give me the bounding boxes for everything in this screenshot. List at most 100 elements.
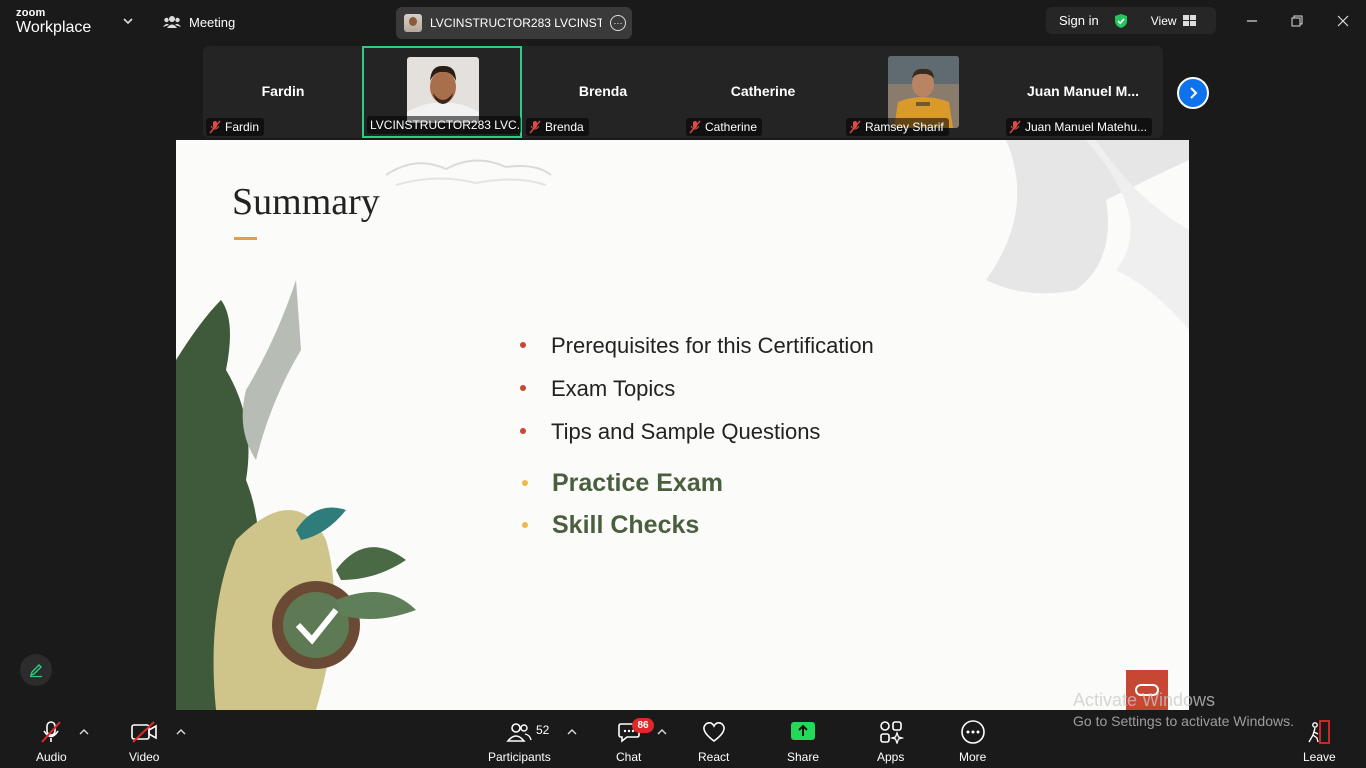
participant-photo xyxy=(407,57,479,123)
apps-button[interactable]: Apps xyxy=(877,720,904,764)
watermark-line-2: Go to Settings to activate Windows. xyxy=(1073,713,1294,729)
participant-display-name: Catherine xyxy=(730,83,796,99)
participant-tag-label: Catherine xyxy=(705,120,758,134)
bullet-item: Tips and Sample Questions xyxy=(516,419,874,462)
restore-button[interactable] xyxy=(1287,12,1307,30)
speaker-name: LVCINSTRUCTOR283 LVCINSTRUC xyxy=(430,16,602,30)
audio-options-caret-icon[interactable] xyxy=(79,728,89,736)
participant-display-name: Brenda xyxy=(578,83,628,99)
participant-name-tag: LVCINSTRUCTOR283 LVC... xyxy=(367,116,521,134)
more-button[interactable]: More xyxy=(959,720,986,764)
muted-mic-icon xyxy=(209,120,221,134)
bullet-dot xyxy=(520,342,526,348)
participant-name-tag: Juan Manuel Matehu... xyxy=(1006,118,1153,136)
slide-decoration-clouds xyxy=(385,159,552,186)
minimize-icon xyxy=(1247,20,1257,22)
participant-tile[interactable]: Brenda Brenda xyxy=(523,46,683,138)
heart-icon xyxy=(702,722,725,742)
muted-mic-icon xyxy=(1009,120,1021,134)
participant-tile[interactable]: Ramsey Sharif xyxy=(843,46,1003,138)
more-icon xyxy=(960,720,985,744)
header-right-box: Sign in View xyxy=(1046,7,1216,34)
video-button[interactable]: Video xyxy=(129,720,159,764)
react-label: React xyxy=(698,750,730,764)
watermark-line-1: Activate Windows xyxy=(1073,690,1216,710)
react-button[interactable]: React xyxy=(698,720,729,764)
logo-brand-bottom: Workplace xyxy=(16,19,92,36)
participant-tag-label: Juan Manuel Matehu... xyxy=(1025,120,1148,134)
shield-check-icon[interactable] xyxy=(1113,13,1129,29)
annotate-button[interactable] xyxy=(20,654,52,686)
zoom-logo: zoom Workplace xyxy=(16,8,91,36)
participant-tile-active[interactable]: LVCINSTRUCTOR283 LVC... xyxy=(362,46,522,138)
bullet-text: Exam Topics xyxy=(551,376,676,401)
bullet-item: Exam Topics xyxy=(516,376,874,419)
sign-in-button[interactable]: Sign in xyxy=(1059,13,1099,28)
video-off-icon xyxy=(131,721,158,743)
chat-label: Chat xyxy=(616,750,642,764)
slide-decoration-top-right xyxy=(986,140,1189,330)
participant-name-tag: Fardin xyxy=(206,118,265,136)
muted-mic-icon xyxy=(689,120,701,134)
leave-label: Leave xyxy=(1303,750,1336,764)
video-options-caret-icon[interactable] xyxy=(176,728,186,736)
muted-mic-icon xyxy=(529,120,541,134)
chat-unread-badge: 86 xyxy=(632,718,654,733)
participant-display-name: Juan Manuel M... xyxy=(1026,83,1139,99)
chevron-down-icon[interactable] xyxy=(121,14,135,28)
chevron-right-icon xyxy=(1190,87,1198,99)
muted-mic-icon xyxy=(41,721,62,743)
pencil-icon xyxy=(29,664,42,678)
bullet-dot xyxy=(520,428,526,434)
participants-icon xyxy=(506,723,533,742)
muted-mic-icon xyxy=(849,120,861,134)
audio-button[interactable]: Audio xyxy=(36,720,67,764)
participants-label: Participants xyxy=(488,750,551,764)
bullet-text: Skill Checks xyxy=(552,511,700,539)
participant-tag-label: LVCINSTRUCTOR283 LVC... xyxy=(370,118,521,132)
close-button[interactable] xyxy=(1333,12,1353,30)
speaker-avatar xyxy=(404,14,422,32)
chat-options-caret-icon[interactable] xyxy=(657,728,667,736)
minimize-button[interactable] xyxy=(1242,12,1262,30)
participant-name-tag: Catherine xyxy=(686,118,763,136)
slide-title: Summary xyxy=(232,181,380,223)
share-label: Share xyxy=(787,750,820,764)
participant-tile[interactable]: Fardin Fardin xyxy=(203,46,363,138)
bullet-item-highlight: Skill Checks xyxy=(516,511,874,553)
bullet-text: Tips and Sample Questions xyxy=(551,419,821,444)
meeting-button[interactable]: Meeting xyxy=(163,12,235,32)
participant-display-name: Fardin xyxy=(261,83,305,99)
shared-slide: Summary Prerequisites for this Certifica… xyxy=(176,140,1189,710)
bullet-item-highlight: Practice Exam xyxy=(516,469,874,511)
leave-icon xyxy=(1308,720,1331,744)
participant-name-tag: Ramsey Sharif xyxy=(846,118,949,136)
next-page-button[interactable] xyxy=(1177,77,1209,109)
apps-label: Apps xyxy=(877,750,905,764)
leave-button[interactable]: Leave xyxy=(1303,720,1336,764)
share-screen-icon xyxy=(791,722,816,740)
view-button[interactable]: View xyxy=(1151,14,1196,28)
more-label: More xyxy=(959,750,987,764)
participant-strip: Fardin Fardin LVCINSTRUCTOR283 LVC... Br… xyxy=(203,46,1163,138)
participant-name-tag: Brenda xyxy=(526,118,589,136)
meeting-label: Meeting xyxy=(189,14,236,30)
title-bar: zoom Workplace Meeting LVCINSTRUCTOR283 … xyxy=(0,0,1366,44)
restore-icon xyxy=(1291,15,1303,27)
participant-video xyxy=(407,57,479,123)
participants-options-caret-icon[interactable] xyxy=(567,728,577,736)
close-icon xyxy=(1337,15,1349,27)
share-button[interactable]: Share xyxy=(787,720,819,764)
more-options-icon[interactable]: ··· xyxy=(610,15,626,31)
video-label: Video xyxy=(129,750,160,764)
participants-count: 52 xyxy=(536,723,550,737)
windows-activation-watermark: Activate Windows Go to Settings to activ… xyxy=(1073,690,1294,729)
bullet-dot xyxy=(522,522,528,528)
view-label: View xyxy=(1150,13,1177,28)
participant-tag-label: Brenda xyxy=(545,120,584,134)
participants-group-icon xyxy=(163,16,181,28)
participant-tag-label: Ramsey Sharif xyxy=(865,120,944,134)
active-speaker-pill[interactable]: LVCINSTRUCTOR283 LVCINSTRUC ··· xyxy=(396,7,632,39)
participant-tile[interactable]: Juan Manuel M... Juan Manuel Matehu... xyxy=(1003,46,1163,138)
participant-tile[interactable]: Catherine Catherine xyxy=(683,46,843,138)
